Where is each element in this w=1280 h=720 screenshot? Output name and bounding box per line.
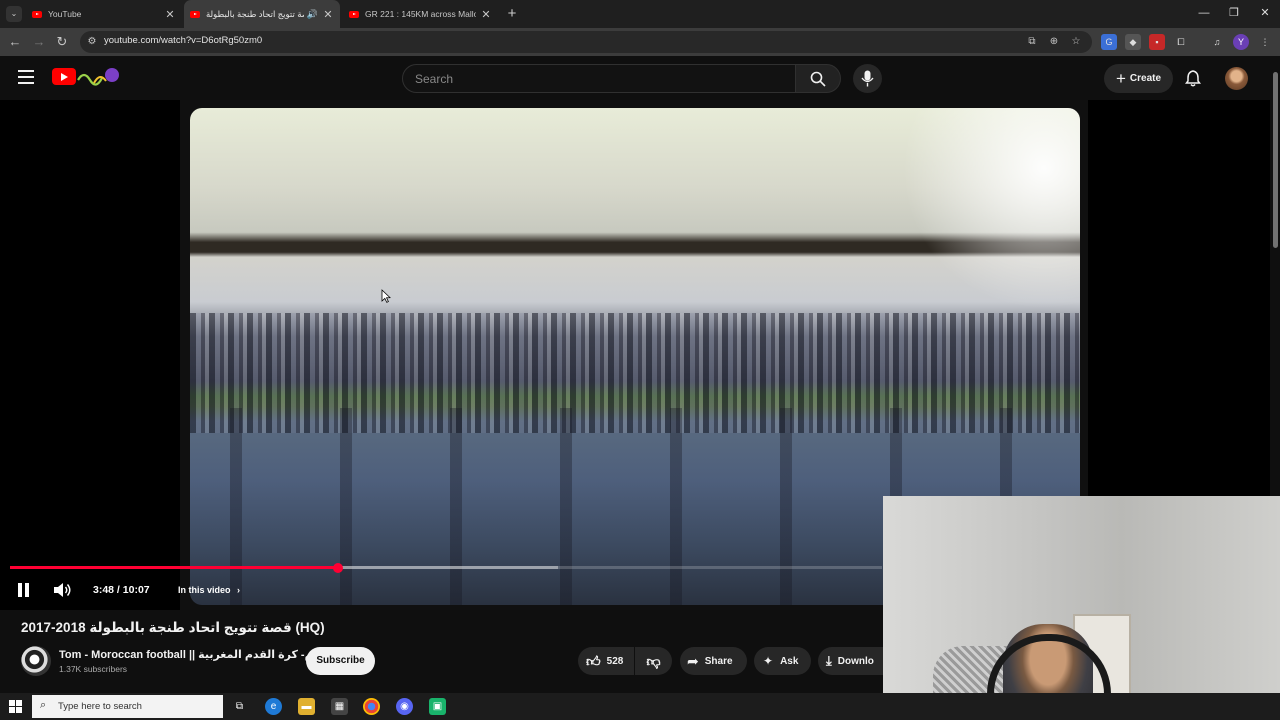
site-info-icon[interactable]: ⚙ <box>84 34 100 50</box>
close-window-icon[interactable]: ✕ <box>1253 4 1277 22</box>
tab-title: قصة تتويج اتحاد طنجة بالبطولة <box>206 8 304 19</box>
create-button[interactable]: + Create <box>1104 64 1173 93</box>
youtube-favicon-icon <box>190 10 200 18</box>
install-app-icon[interactable]: ⧉ <box>1024 34 1040 50</box>
like-count: 528 <box>606 655 624 667</box>
create-label: Create <box>1129 73 1162 84</box>
app-icon[interactable]: ▣ <box>429 698 446 715</box>
volume-button[interactable] <box>52 581 72 599</box>
speaker-icon <box>54 583 63 597</box>
tab-title: YouTube <box>48 9 82 19</box>
zoom-icon[interactable]: ⊕ <box>1046 34 1062 50</box>
time-display: 3:48 / 10:07 <box>93 584 150 596</box>
windows-taskbar: ⌕ Type here to search ⧉ e ▬ ▦ ◉ ▣ <box>0 693 1280 720</box>
media-control-icon[interactable]: ♫ <box>1209 34 1225 50</box>
profile-avatar-icon[interactable]: Y <box>1233 34 1249 50</box>
video-glare <box>900 108 1080 308</box>
account-avatar[interactable] <box>1225 67 1248 90</box>
forward-icon[interactable]: → <box>30 33 48 51</box>
tab-audio-icon[interactable]: 🔊 <box>307 9 318 20</box>
search-input[interactable]: Search <box>402 64 796 93</box>
taskbar-search-icon: ⌕ <box>40 699 47 711</box>
windows-start-icon[interactable] <box>9 700 23 714</box>
close-tab-icon[interactable]: ✕ <box>322 8 334 21</box>
edge-browser-icon[interactable]: e <box>265 698 282 715</box>
download-button[interactable]: ⤓ Downlo <box>818 647 883 675</box>
translate-extension-icon[interactable]: G <box>1101 34 1117 50</box>
video-progress-bar[interactable] <box>10 566 882 569</box>
ask-label: Ask <box>780 655 799 667</box>
tab-gr221[interactable]: GR 221 : 145KM across Mallorca ✕ <box>343 0 498 28</box>
microsoft-store-icon[interactable]: ▦ <box>331 698 348 715</box>
back-icon[interactable]: ← <box>6 33 24 51</box>
microphone-icon <box>861 70 874 87</box>
notifications-bell-icon[interactable] <box>1184 69 1202 87</box>
tab-current-video[interactable]: قصة تتويج اتحاد طنجة بالبطولة 🔊 ✕ <box>184 0 340 28</box>
sparkle-icon: ✦ <box>763 654 774 668</box>
search-placeholder: Search <box>415 72 454 86</box>
address-bar[interactable]: ⚙ youtube.com/watch?v=D6otRg50zm0 ⧉ ⊕ ☆ <box>80 31 1092 53</box>
taskbar-search-input[interactable]: ⌕ Type here to search <box>32 695 223 718</box>
subscribe-button[interactable]: Subscribe <box>306 647 375 675</box>
close-tab-icon[interactable]: ✕ <box>480 8 492 21</box>
channel-name[interactable]: Tom - Moroccan football || طوم- كرة القد… <box>59 648 330 661</box>
tab-search-icon[interactable]: ⌄ <box>6 6 22 22</box>
bookmark-star-icon[interactable]: ☆ <box>1068 34 1084 50</box>
chevron-right-icon: › <box>237 585 241 595</box>
like-button[interactable]: 👍︎ 528 <box>578 647 634 675</box>
taskbar-search-placeholder: Type here to search <box>58 701 142 712</box>
browser-menu-icon[interactable]: ⋮ <box>1257 34 1273 50</box>
pause-icon <box>18 583 22 597</box>
extension-red-icon[interactable]: ▪ <box>1149 34 1165 50</box>
download-icon: ⤓ <box>826 653 832 668</box>
voice-search-button[interactable] <box>853 64 882 93</box>
download-label: Downlo <box>837 655 874 667</box>
hamburger-menu-icon[interactable] <box>18 70 34 84</box>
search-button[interactable] <box>795 64 841 93</box>
scrollbar-thumb[interactable] <box>1273 72 1278 248</box>
pause-icon-bar <box>25 583 29 597</box>
file-explorer-icon[interactable]: ▬ <box>298 698 315 715</box>
webcam-overlay <box>883 496 1280 720</box>
tab-title: GR 221 : 145KM across Mallorca <box>365 9 476 19</box>
youtube-doodle-logo[interactable] <box>76 66 120 88</box>
youtube-favicon-icon <box>32 10 42 18</box>
video-title: قصة تتويج اتحاد طنجة بالبطولة 2018-2017 … <box>21 620 325 635</box>
in-this-video-button[interactable]: In this video › <box>178 585 240 595</box>
extensions-puzzle-icon[interactable]: ⧠ <box>1173 34 1189 50</box>
close-tab-icon[interactable]: ✕ <box>164 8 176 21</box>
dislike-button[interactable]: 👎︎ <box>635 647 672 675</box>
restore-icon[interactable]: ❐ <box>1222 4 1246 22</box>
new-tab-icon[interactable]: + <box>503 5 521 23</box>
browser-tab-bar: ⌄ YouTube ✕ قصة تتويج اتحاد طنجة بالبطول… <box>0 0 1280 28</box>
share-button[interactable]: ➦ Share <box>680 647 747 675</box>
discord-icon[interactable]: ◉ <box>396 698 413 715</box>
chrome-icon[interactable] <box>363 698 380 715</box>
reload-icon[interactable]: ↻ <box>53 33 71 51</box>
chapter-label: In this video <box>178 585 231 595</box>
minimize-icon[interactable]: — <box>1192 4 1216 22</box>
url-text: youtube.com/watch?v=D6otRg50zm0 <box>104 35 263 46</box>
plus-icon: + <box>1115 69 1126 88</box>
subscriber-count: 1.37K subscribers <box>59 664 128 674</box>
pause-button[interactable] <box>17 583 31 597</box>
tab-youtube[interactable]: YouTube ✕ <box>26 0 182 28</box>
youtube-logo[interactable] <box>52 68 76 85</box>
channel-avatar[interactable] <box>21 646 51 676</box>
mouse-cursor-icon <box>381 289 391 303</box>
thumbs-up-icon: 👍︎ <box>586 652 601 669</box>
progress-scrubber-handle[interactable] <box>332 563 343 573</box>
thumbs-down-icon: 👎︎ <box>646 652 661 669</box>
progress-played <box>10 566 338 569</box>
share-arrow-icon: ➦ <box>687 652 699 669</box>
task-view-icon[interactable]: ⧉ <box>231 698 248 715</box>
browser-toolbar: ← → ↻ ⚙ youtube.com/watch?v=D6otRg50zm0 … <box>0 28 1280 56</box>
youtube-header: Search + Create <box>0 56 1280 100</box>
share-label: Share <box>704 655 733 667</box>
search-icon <box>810 71 826 87</box>
ask-button[interactable]: ✦ Ask <box>754 647 811 675</box>
youtube-favicon-icon <box>349 10 359 18</box>
extension-diamond-icon[interactable]: ◆ <box>1125 34 1141 50</box>
